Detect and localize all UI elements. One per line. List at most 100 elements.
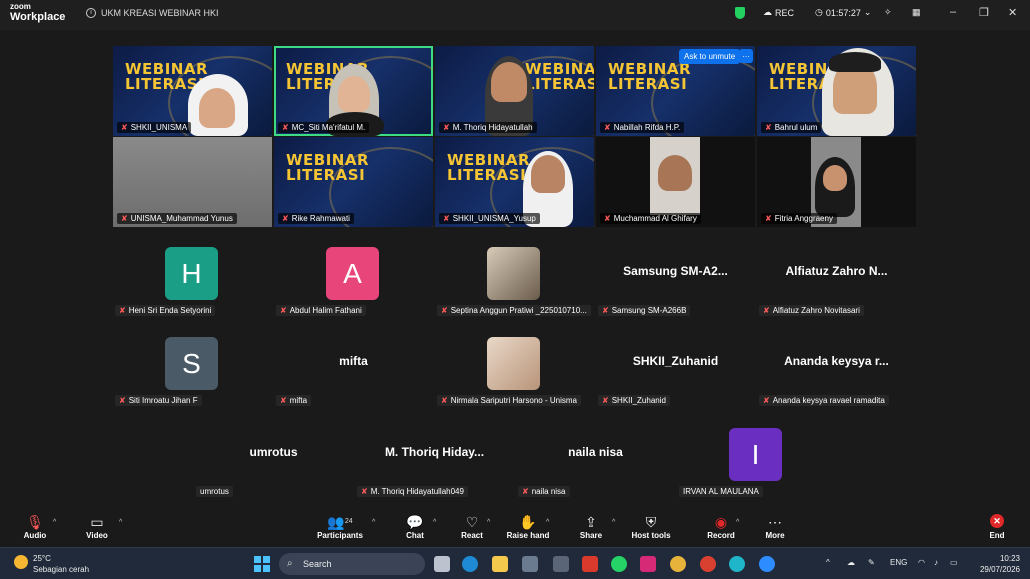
file-explorer-icon[interactable] bbox=[492, 556, 508, 572]
recording-indicator[interactable]: ☁ REC bbox=[763, 7, 794, 18]
video-tile-active-speaker[interactable]: WEBINAR LITERASI ✘ MC_Siti Ma'rifatul M. bbox=[274, 46, 433, 136]
avatar: S bbox=[165, 337, 218, 390]
info-icon[interactable]: i bbox=[86, 8, 96, 18]
mic-off-icon: ✘ bbox=[602, 306, 609, 315]
windows-taskbar: 25°C Sebagian cerah ⌕ Search ^ ☁ ✎ ENG ◠… bbox=[0, 547, 1030, 579]
mic-off-icon: ✘ bbox=[361, 487, 368, 496]
chevron-up-icon[interactable]: ^ bbox=[826, 558, 830, 567]
video-caret-icon[interactable]: ^ bbox=[119, 519, 122, 526]
minimize-icon[interactable]: – bbox=[950, 6, 956, 18]
chrome-profile-icon[interactable] bbox=[700, 556, 716, 572]
mic-off-icon: ✘ bbox=[604, 123, 611, 132]
avatar: H bbox=[165, 247, 218, 300]
participant-cell[interactable]: A ✘ Abdul Halim Fathani bbox=[274, 238, 433, 324]
participant-display-name: mifta bbox=[339, 354, 368, 368]
participant-cell[interactable]: naila nisa ✘ naila nisa bbox=[516, 419, 675, 505]
participant-cell[interactable]: M. Thoriq Hiday... ✘ M. Thoriq Hidayatull… bbox=[355, 419, 514, 505]
video-tile[interactable]: ✘ Muchammad Al Ghifary bbox=[596, 137, 755, 227]
participant-cell[interactable]: ✘ Septina Anggun Pratiwi _225010710... bbox=[435, 238, 594, 324]
taskbar-search[interactable]: ⌕ Search bbox=[279, 553, 425, 575]
start-button[interactable] bbox=[254, 556, 270, 572]
pen-icon[interactable]: ✎ bbox=[868, 558, 875, 567]
end-button[interactable]: ✕ End bbox=[980, 513, 1014, 540]
close-icon[interactable]: ✕ bbox=[1008, 6, 1017, 19]
participant-cell[interactable]: Ananda keysya r... ✘ Ananda keysya ravael… bbox=[757, 328, 916, 414]
participant-cell[interactable]: Alfiatuz Zahro N... ✘ Alfiatuz Zahro Novi… bbox=[757, 238, 916, 324]
participant-name-tag: ✘ naila nisa bbox=[518, 486, 570, 497]
host-tools-button[interactable]: ⛨ Host tools bbox=[616, 513, 686, 540]
participant-cell[interactable]: I IRVAN AL MAULANA bbox=[677, 419, 836, 505]
participant-name-tag: ✘ Bahrul ulum bbox=[761, 122, 822, 133]
audio-button[interactable]: 🎙 Audio bbox=[0, 513, 70, 540]
participant-name-tag: ✘ Nirmala Sariputri Harsono - Unisma bbox=[437, 395, 581, 406]
hand-icon: ✋ bbox=[519, 514, 537, 530]
timer-value: 01:57:27 bbox=[825, 7, 861, 18]
meeting-timer[interactable]: ◷ 01:57:27 ⌄ bbox=[815, 7, 871, 18]
participant-name-tag: ✘ Septina Anggun Pratiwi _225010710... bbox=[437, 305, 591, 316]
encryption-shield[interactable] bbox=[735, 7, 745, 19]
store-icon[interactable] bbox=[522, 556, 538, 572]
participant-cell[interactable]: SHKII_Zuhanid ✘ SHKII_Zuhanid bbox=[596, 328, 755, 414]
meeting-info[interactable]: i UKM KREASI WEBINAR HKI bbox=[86, 8, 219, 18]
shield-icon bbox=[735, 7, 745, 19]
edge-icon[interactable] bbox=[462, 556, 478, 572]
clock-time: 10:23 bbox=[999, 554, 1020, 563]
camera-app-icon[interactable] bbox=[553, 556, 569, 572]
record-caret-icon[interactable]: ^ bbox=[736, 519, 739, 526]
share-caret-icon[interactable]: ^ bbox=[612, 519, 615, 526]
zoom-app-icon[interactable] bbox=[759, 556, 775, 572]
mic-off-icon: ✘ bbox=[280, 306, 287, 315]
cloud-icon: ☁ bbox=[763, 7, 772, 17]
participant-cell[interactable]: H ✘ Heni Sri Enda Setyorini bbox=[113, 238, 272, 324]
participant-name-tag: ✘ MC_Siti Ma'rifatul M. bbox=[278, 122, 370, 133]
video-tile[interactable]: WEBINARLITERASI ✘M. Thoriq Hidayatullah bbox=[435, 46, 594, 136]
video-tile[interactable]: WEBINAR LITERASI Ask to unmute … ✘ Nabilla… bbox=[596, 46, 755, 136]
rec-label: REC bbox=[775, 7, 795, 18]
instagram-icon[interactable] bbox=[640, 556, 656, 572]
video-tile[interactable]: WEBINAR LITERASI ✘ Rike Rahmawati bbox=[274, 137, 433, 227]
restore-icon[interactable]: ❐ bbox=[979, 6, 989, 19]
chat-caret-icon[interactable]: ^ bbox=[433, 519, 436, 526]
language-indicator[interactable]: ENG bbox=[890, 558, 907, 567]
video-tile[interactable]: WEBINAR LITERASI ✘ SHKII_UNISMA bbox=[113, 46, 272, 136]
video-tile[interactable]: ✘ UNISMA_Muhammad Yunus bbox=[113, 137, 272, 227]
ask-to-unmute-button[interactable]: Ask to unmute bbox=[679, 49, 741, 64]
video-tile[interactable]: ✘ Fitria Anggraeny bbox=[757, 137, 916, 227]
battery-icon[interactable]: ▭ bbox=[950, 558, 958, 567]
mic-off-icon: ✘ bbox=[119, 396, 126, 405]
app-l-icon[interactable] bbox=[582, 556, 598, 572]
raise-hand-caret-icon[interactable]: ^ bbox=[546, 519, 549, 526]
weather-desc: Sebagian cerah bbox=[33, 565, 90, 574]
raise-hand-button[interactable]: ✋ Raise hand bbox=[493, 513, 563, 540]
volume-icon[interactable]: ♪ bbox=[934, 558, 938, 567]
mic-off-icon: ✘ bbox=[121, 123, 128, 132]
system-clock[interactable]: 10:23 29/07/2026 bbox=[972, 553, 1020, 575]
weather-widget[interactable]: 25°C Sebagian cerah bbox=[14, 553, 89, 575]
participant-cell[interactable]: S ✘ Siti Imroatu Jihan F bbox=[113, 328, 272, 414]
chrome-icon[interactable] bbox=[670, 556, 686, 572]
video-tile[interactable]: WEBINAR LITERASI ✘ Bahrul ulum bbox=[757, 46, 916, 136]
participant-display-name: M. Thoriq Hiday... bbox=[384, 445, 485, 459]
canva-icon[interactable] bbox=[729, 556, 745, 572]
participants-button[interactable]: 👥24 Participants bbox=[305, 513, 375, 540]
sparkle-button[interactable]: ✧ bbox=[884, 7, 892, 18]
task-view-icon[interactable] bbox=[434, 556, 450, 572]
participant-cell[interactable]: Samsung SM-A2... ✘ Samsung SM-A266B bbox=[596, 238, 755, 324]
onedrive-icon[interactable]: ☁ bbox=[847, 558, 855, 567]
participant-cell[interactable]: mifta ✘ mifta bbox=[274, 328, 433, 414]
participants-count: 24 bbox=[344, 518, 353, 525]
view-button[interactable]: ▦ bbox=[912, 7, 921, 18]
whatsapp-icon[interactable] bbox=[611, 556, 627, 572]
video-button[interactable]: ▭ Video bbox=[62, 513, 132, 540]
react-caret-icon[interactable]: ^ bbox=[487, 519, 490, 526]
participants-caret-icon[interactable]: ^ bbox=[372, 519, 375, 526]
video-tile[interactable]: WEBINAR LITERASI ✘ SHKII_UNISMA_Yusup bbox=[435, 137, 594, 227]
more-button[interactable]: ⋯ More bbox=[740, 513, 810, 540]
mic-off-icon: ✘ bbox=[443, 214, 450, 223]
wifi-icon[interactable]: ◠ bbox=[918, 558, 925, 567]
audio-caret-icon[interactable]: ^ bbox=[53, 519, 56, 526]
more-options-button[interactable]: … bbox=[739, 49, 753, 63]
participant-cell[interactable]: ✘ Nirmala Sariputri Harsono - Unisma bbox=[435, 328, 594, 414]
participant-cell[interactable]: umrotus umrotus bbox=[194, 419, 353, 505]
chevron-down-icon[interactable]: ⌄ bbox=[864, 7, 872, 18]
